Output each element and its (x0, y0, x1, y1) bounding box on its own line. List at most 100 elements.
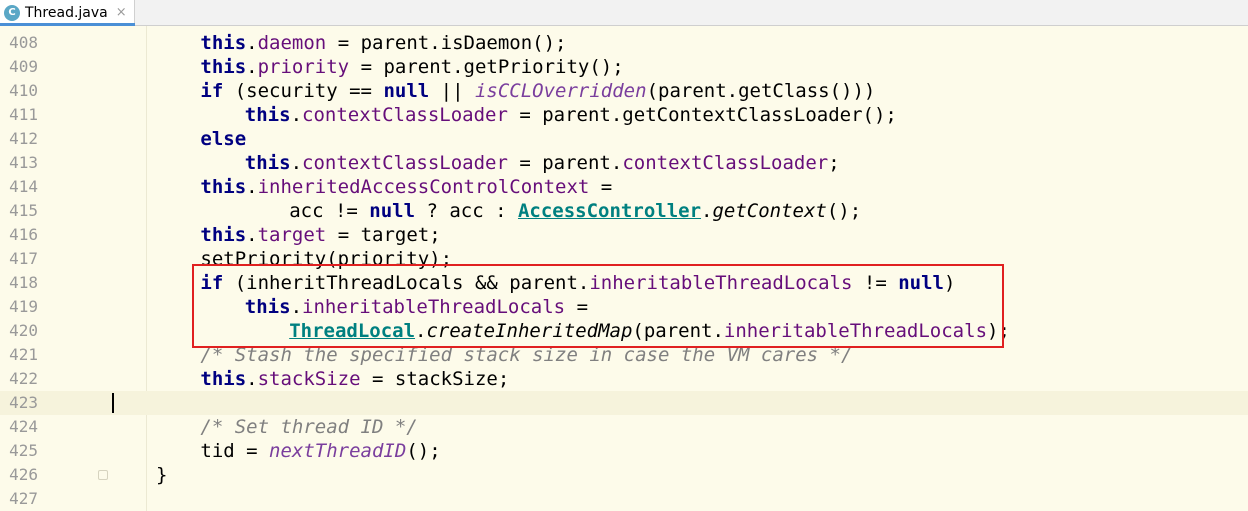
code-text: /* Stash the specified stack size in cas… (200, 343, 852, 367)
code-line[interactable]: 423 (0, 391, 1248, 415)
code-token: ? acc : (415, 200, 518, 222)
code-token: . (246, 176, 258, 198)
code-token: isCCLOverridden (474, 80, 647, 102)
code-text: } (156, 463, 167, 487)
code-token: setPriority(priority); (200, 248, 453, 270)
code-line[interactable]: 422 this.stackSize = stackSize; (0, 367, 1248, 391)
code-token: null (898, 272, 944, 294)
code-text: /* Set thread ID */ (200, 415, 417, 439)
line-number: 411 (9, 105, 38, 124)
line-number: 415 (9, 201, 38, 220)
code-token: stackSize (257, 368, 361, 390)
code-token: = stackSize; (360, 368, 510, 390)
line-number: 408 (9, 33, 38, 52)
code-token: inheritableThreadLocals (589, 272, 853, 294)
code-text: tid = nextThreadID(); (200, 439, 440, 463)
code-token: contextClassLoader (622, 152, 829, 174)
code-line[interactable]: 424 /* Set thread ID */ (0, 415, 1248, 439)
code-token: this (200, 368, 247, 390)
code-token: null (369, 200, 416, 222)
code-token: . (290, 296, 303, 318)
code-line[interactable]: 427 (0, 487, 1248, 511)
code-token: else (200, 128, 247, 150)
code-token: . (246, 32, 258, 54)
code-text: if (inheritThreadLocals && parent.inheri… (200, 271, 955, 295)
line-number: 417 (9, 249, 38, 268)
line-number: 422 (9, 369, 38, 388)
code-token: . (246, 224, 258, 246)
code-line[interactable]: 409 this.priority = parent.getPriority(); (0, 55, 1248, 79)
code-token: if (200, 272, 224, 294)
code-line[interactable]: 421 /* Stash the specified stack size in … (0, 343, 1248, 367)
code-token: ThreadLocal (289, 320, 416, 342)
tab-thread-java[interactable]: C Thread.java × (0, 0, 135, 26)
code-token: . (701, 200, 713, 222)
code-token: (); (826, 200, 862, 222)
code-token: (security == (223, 80, 384, 102)
code-line[interactable]: 419 this.inheritableThreadLocals = (0, 295, 1248, 319)
code-token: = (565, 296, 589, 318)
code-token: . (246, 56, 258, 78)
code-line[interactable]: 412 else (0, 127, 1248, 151)
code-token: null (383, 80, 430, 102)
code-line[interactable]: 408 this.daemon = parent.isDaemon(); (0, 31, 1248, 55)
fold-marker-icon[interactable] (98, 470, 108, 480)
close-icon[interactable]: × (116, 5, 127, 20)
line-number: 410 (9, 81, 38, 100)
code-token: } (156, 464, 168, 486)
code-token: ) (943, 272, 956, 294)
code-line[interactable]: 410 if (security == null || isCCLOverridd… (0, 79, 1248, 103)
code-token: /* Stash the specified stack size in cas… (200, 344, 853, 366)
code-token: = parent.isDaemon(); (326, 32, 567, 54)
editor-tab-bar: C Thread.java × (0, 0, 1248, 26)
code-editor[interactable]: 408 this.daemon = parent.isDaemon(); 409th… (0, 26, 1248, 511)
code-line[interactable]: 415 acc != null ? acc : AccessController.… (0, 199, 1248, 223)
code-text: acc != null ? acc : AccessController.get… (289, 199, 861, 223)
code-token: . (290, 152, 303, 174)
code-text: this.target = target; (200, 223, 440, 247)
code-token: inheritedAccessControlContext (257, 176, 590, 198)
code-text: this.contextClassLoader = parent.getCont… (245, 103, 897, 127)
code-line[interactable]: 426} (0, 463, 1248, 487)
code-token: this (200, 32, 247, 54)
line-number: 426 (9, 465, 38, 484)
code-line[interactable]: 416 this.target = target; (0, 223, 1248, 247)
code-token: this (244, 296, 291, 318)
code-token: != (852, 272, 899, 294)
line-number: 420 (9, 321, 38, 340)
code-token: inheritableThreadLocals (723, 320, 988, 342)
line-number: 413 (9, 153, 38, 172)
code-text: this.priority = parent.getPriority(); (200, 55, 623, 79)
code-token: getContext (712, 200, 827, 222)
code-line[interactable]: 425 tid = nextThreadID(); (0, 439, 1248, 463)
code-token: /* Set thread ID */ (200, 416, 418, 438)
line-number: 419 (9, 297, 38, 316)
code-token: (); (406, 440, 441, 462)
text-caret (112, 393, 114, 413)
line-number: 421 (9, 345, 38, 364)
line-number: 416 (9, 225, 38, 244)
code-token: contextClassLoader (302, 152, 508, 174)
code-token: ; (828, 152, 840, 174)
code-token: priority (257, 56, 350, 78)
code-token: inheritableThreadLocals (302, 296, 566, 318)
code-line[interactable]: 414 this.inheritedAccessControlContext = (0, 175, 1248, 199)
code-line[interactable]: 413 this.contextClassLoader = parent.cont… (0, 151, 1248, 175)
code-token: (parent. (632, 320, 724, 342)
code-token: . (246, 368, 258, 390)
ide-window: C Thread.java × 408 this.daemon = parent.… (0, 0, 1248, 511)
code-text: if (security == null || isCCLOverridden(… (200, 79, 875, 103)
code-token: this (200, 56, 247, 78)
line-number: 418 (9, 273, 38, 292)
code-token: createInheritedMap (426, 320, 633, 342)
code-line[interactable]: 417 setPriority(priority); (0, 247, 1248, 271)
code-token: nextThreadID (269, 440, 407, 462)
code-text: this.inheritedAccessControlContext = (200, 175, 612, 199)
code-token: . (415, 320, 427, 342)
code-line[interactable]: 418 if (inheritThreadLocals && parent.inh… (0, 271, 1248, 295)
code-line[interactable]: 411 this.contextClassLoader = parent.getC… (0, 103, 1248, 127)
code-line[interactable]: 420 ThreadLocal.createInheritedMap(parent… (0, 319, 1248, 343)
java-class-icon: C (4, 4, 20, 21)
code-token: = parent.getPriority(); (349, 56, 624, 78)
code-token: this (200, 224, 247, 246)
